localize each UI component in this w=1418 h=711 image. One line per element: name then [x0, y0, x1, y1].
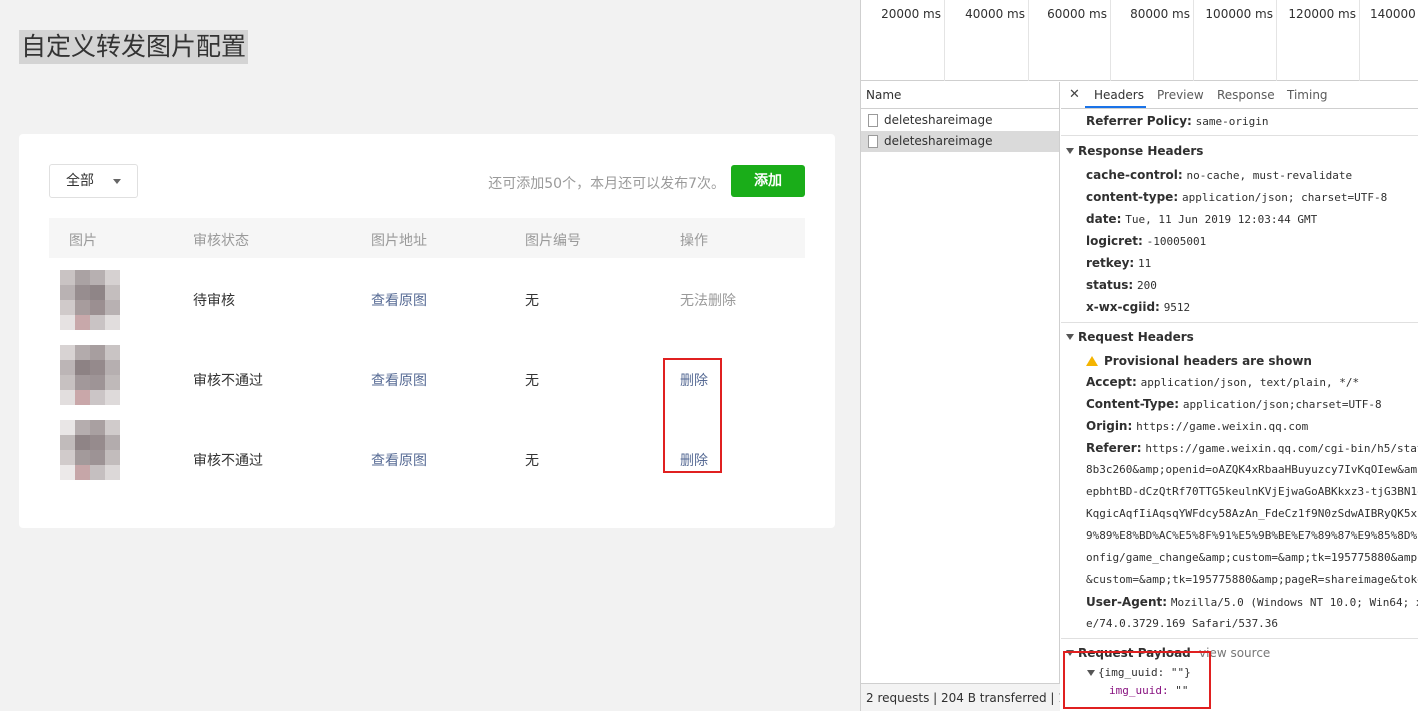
view-original-link[interactable]: 查看原图 [371, 450, 427, 470]
provisional-warning: Provisional headers are shown [1086, 354, 1312, 368]
referer-continuation: epbhtBD-dCzQtRf70TTG5keulnKVjEjwaGoABKkx… [1086, 485, 1418, 498]
close-icon[interactable]: ✕ [1069, 87, 1080, 102]
tab-preview[interactable]: Preview [1157, 88, 1204, 102]
timeline-tick: 140000 [1370, 7, 1416, 21]
request-headers-section[interactable]: Request Headers [1066, 330, 1194, 344]
timeline-tick: 120000 ms [1277, 0, 1360, 81]
header-item: cache-control: no-cache, must-revalidate [1086, 168, 1353, 182]
view-original-link[interactable]: 查看原图 [371, 290, 427, 310]
view-original-link[interactable]: 查看原图 [371, 370, 427, 390]
header-item: Origin: https://game.weixin.qq.com [1086, 419, 1309, 433]
highlight-box-payload [1063, 651, 1211, 709]
triangle-down-icon [1066, 148, 1074, 154]
column-header-status: 审核状态 [193, 233, 249, 249]
timeline-tick: 40000 ms [945, 0, 1029, 81]
tab-timing[interactable]: Timing [1287, 88, 1328, 102]
network-timeline[interactable]: 20000 ms 40000 ms 60000 ms 80000 ms 1000… [861, 0, 1418, 81]
referer-continuation: KqgicAqfIiAqsqYWFdcy58AzAn_FdeCz1f9N0zSd… [1086, 507, 1418, 520]
header-item: x-wx-cgiid: 9512 [1086, 300, 1191, 314]
referer-continuation: 8b3c260&amp;openid=oAZQK4xRbaaHBuyuzcy7I… [1086, 463, 1418, 476]
image-thumbnail [60, 420, 120, 480]
delete-disabled-text: 无法删除 [680, 293, 736, 309]
name-column-header[interactable]: Name [861, 82, 1059, 109]
filter-label: 全部 [66, 173, 94, 189]
tab-headers[interactable]: Headers [1094, 88, 1144, 102]
file-icon [868, 114, 878, 127]
header-item: logicret: -10005001 [1086, 234, 1207, 248]
referer-continuation: onfig/game_change&amp;custom=&amp;tk=195… [1086, 551, 1418, 564]
request-name: deleteshareimage [884, 134, 993, 148]
image-number: 无 [525, 293, 539, 309]
header-item-user-agent: User-Agent: Mozilla/5.0 (Windows NT 10.0… [1086, 595, 1418, 609]
warning-icon [1086, 356, 1098, 366]
review-status: 审核不通过 [193, 453, 263, 469]
triangle-down-icon [1066, 334, 1074, 340]
request-detail: ✕ Headers Preview Response Timing Referr… [1061, 82, 1418, 711]
request-name: deleteshareimage [884, 113, 993, 127]
quota-text: 还可添加50个，本月还可以发布7次。 [488, 176, 725, 192]
table-header: 图片 审核状态 图片地址 图片编号 操作 [49, 218, 805, 258]
active-tab-indicator [1085, 106, 1146, 108]
column-header-number: 图片编号 [525, 233, 581, 249]
request-row-selected[interactable]: deleteshareimage [861, 131, 1059, 152]
header-item: content-type: application/json; charset=… [1086, 190, 1388, 204]
review-status: 待审核 [193, 293, 235, 309]
timeline-tick: 100000 ms [1194, 0, 1277, 81]
review-status: 审核不通过 [193, 373, 263, 389]
image-number: 无 [525, 453, 539, 469]
table-row: 待审核 查看原图 无 无法删除 [49, 270, 805, 346]
column-header-action: 操作 [680, 233, 708, 249]
page-title: 自定义转发图片配置 [19, 30, 249, 64]
header-item: retkey: 11 [1086, 256, 1152, 270]
network-summary: 2 requests | 204 B transferred | 1... [861, 683, 1060, 711]
timeline-tick: 60000 ms [1029, 0, 1111, 81]
request-row[interactable]: deleteshareimage [861, 110, 1059, 131]
devtools-network-panel: 20000 ms 40000 ms 60000 ms 80000 ms 1000… [860, 0, 1418, 711]
image-thumbnail [60, 345, 120, 405]
header-item: status: 200 [1086, 278, 1157, 292]
header-item: date: Tue, 11 Jun 2019 12:03:44 GMT [1086, 212, 1318, 226]
header-item-referer: Referer: https://game.weixin.qq.com/cgi-… [1086, 441, 1418, 455]
image-number: 无 [525, 373, 539, 389]
column-header-url: 图片地址 [371, 233, 427, 249]
add-button[interactable]: 添加 [731, 165, 805, 197]
file-icon [868, 135, 878, 148]
highlight-box-delete-buttons [663, 358, 722, 473]
referer-continuation: &custom=&amp;tk=195775880&amp;pageR=shar… [1086, 573, 1418, 586]
user-agent-continuation: e/74.0.3729.169 Safari/537.36 [1086, 617, 1279, 630]
tab-response[interactable]: Response [1217, 88, 1275, 102]
detail-tabs: ✕ Headers Preview Response Timing [1061, 82, 1418, 109]
header-referrer-policy: Referrer Policy: same-origin [1086, 114, 1269, 128]
timeline-tick: 20000 ms [861, 0, 945, 81]
referer-continuation: 9%89%E8%BD%AC%E5%8F%91%E5%9B%BE%E7%89%87… [1086, 529, 1418, 542]
chevron-down-icon [113, 179, 121, 184]
image-thumbnail [60, 270, 120, 330]
header-item: Accept: application/json, text/plain, */… [1086, 375, 1360, 389]
divider [1061, 135, 1418, 136]
column-header-image: 图片 [69, 233, 97, 249]
divider [1061, 322, 1418, 323]
header-item: Content-Type: application/json;charset=U… [1086, 397, 1382, 411]
request-list: Name deleteshareimage deleteshareimage 2… [861, 82, 1060, 711]
timeline-tick: 80000 ms [1111, 0, 1194, 81]
response-headers-section[interactable]: Response Headers [1066, 144, 1203, 158]
app-pane: 自定义转发图片配置 全部 还可添加50个，本月还可以发布7次。 添加 图片 审核… [0, 0, 860, 711]
status-filter-dropdown[interactable]: 全部 [49, 164, 138, 198]
divider [1061, 638, 1418, 639]
